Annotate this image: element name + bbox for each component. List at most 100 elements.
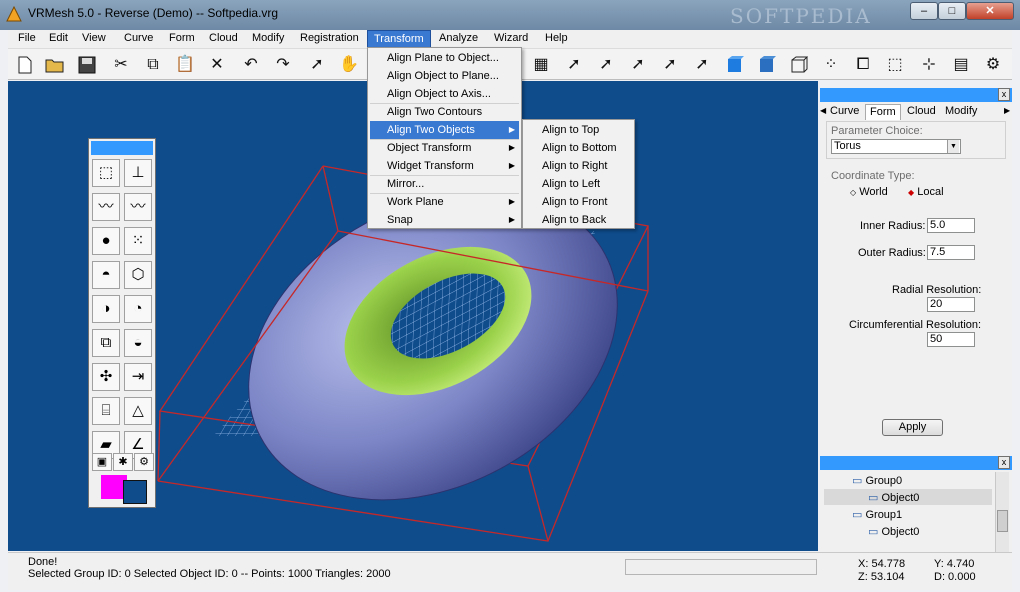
menu-transform[interactable]: Transform bbox=[367, 30, 431, 48]
menu-item-align-object-to-plane[interactable]: Align Object to Plane... bbox=[370, 67, 519, 85]
tree-scrollbar-thumb[interactable] bbox=[997, 510, 1008, 532]
sphere-icon[interactable]: ● bbox=[92, 227, 120, 255]
submenu-item-align-to-front[interactable]: Align to Front bbox=[525, 193, 632, 211]
menu-help[interactable]: Help bbox=[539, 30, 574, 48]
delete-icon[interactable]: ✕ bbox=[206, 54, 228, 76]
pan-hand-icon[interactable]: ✋ bbox=[338, 54, 360, 76]
cylinder-icon[interactable]: ⌸ bbox=[92, 397, 120, 425]
menu-wizard[interactable]: Wizard bbox=[488, 30, 534, 48]
select-group-icon[interactable]: ➚ bbox=[659, 54, 681, 76]
cut-icon[interactable]: ✂ bbox=[110, 54, 132, 76]
patch-icon[interactable]: ◓ bbox=[92, 261, 120, 289]
copy-icon[interactable]: ⧉ bbox=[142, 54, 164, 76]
outer-radius-input[interactable]: 7.5 bbox=[927, 245, 975, 260]
select-point-icon[interactable]: ➚ bbox=[563, 54, 585, 76]
tab-form[interactable]: Form bbox=[865, 104, 901, 120]
vertex-edit-icon[interactable]: ✣ bbox=[92, 363, 120, 391]
pie-segment-icon[interactable]: ◔ bbox=[124, 295, 152, 323]
submenu-item-align-to-bottom[interactable]: Align to Bottom bbox=[525, 139, 632, 157]
transform-object-icon[interactable]: ⬚ bbox=[92, 159, 120, 187]
paste-icon[interactable]: 📋 bbox=[174, 54, 196, 76]
surface-curve-icon[interactable]: 〰 bbox=[92, 193, 120, 221]
inner-radius-input[interactable]: 5.0 bbox=[927, 218, 975, 233]
select-edge-icon[interactable]: ➚ bbox=[595, 54, 617, 76]
radio-world[interactable]: ◇ World bbox=[850, 186, 888, 198]
tree-node-group0[interactable]: ▭ Group0 bbox=[852, 474, 902, 487]
select-face-icon[interactable]: ➚ bbox=[627, 54, 649, 76]
smooth-mesh-icon[interactable]: ◑ bbox=[92, 295, 120, 323]
axis-icon[interactable]: ⊹ bbox=[918, 54, 940, 76]
menu-cloud[interactable]: Cloud bbox=[203, 30, 244, 48]
tab-curve[interactable]: Curve bbox=[826, 104, 863, 120]
flat-shaded-view-icon[interactable] bbox=[756, 54, 778, 76]
settings-gear-icon[interactable]: ⚙ bbox=[134, 453, 154, 471]
wireframe-view-icon[interactable] bbox=[788, 54, 810, 76]
menu-item-align-two-contours[interactable]: Align Two Contours bbox=[370, 103, 519, 121]
grid-plane-icon[interactable]: ▦ bbox=[530, 54, 552, 76]
mesh-hex-icon[interactable]: ⬡ bbox=[124, 261, 152, 289]
menu-item-align-object-to-axis[interactable]: Align Object to Axis... bbox=[370, 85, 519, 103]
panel-titlebar[interactable]: x bbox=[820, 88, 1012, 102]
menu-item-widget-transform[interactable]: Widget Transform ▶ bbox=[370, 157, 519, 175]
tree-close-button[interactable]: x bbox=[998, 456, 1010, 469]
tab-cloud[interactable]: Cloud bbox=[903, 104, 940, 120]
menu-item-object-transform[interactable]: Object Transform ▶ bbox=[370, 139, 519, 157]
open-folder-icon[interactable] bbox=[44, 54, 66, 76]
circumferential-resolution-input[interactable]: 50 bbox=[927, 332, 975, 347]
palette-titlebar[interactable] bbox=[91, 141, 153, 155]
deform-icon[interactable]: ◒ bbox=[124, 329, 152, 357]
maximize-button[interactable]: □ bbox=[938, 2, 966, 20]
radial-resolution-input[interactable]: 20 bbox=[927, 297, 975, 312]
select-object-icon[interactable]: ➚ bbox=[691, 54, 713, 76]
tab-scroll-right-icon[interactable]: ▶ bbox=[1004, 106, 1010, 115]
tree-node-object0[interactable]: ▭ Object0 bbox=[868, 491, 919, 504]
menu-item-snap[interactable]: Snap ▶ bbox=[370, 211, 519, 229]
redo-icon[interactable]: ↷ bbox=[272, 54, 294, 76]
panel-toggle-icon[interactable]: ▣ bbox=[92, 453, 112, 471]
tools-icon[interactable]: ⚙ bbox=[982, 54, 1004, 76]
background-color-swatch[interactable] bbox=[123, 480, 147, 504]
submenu-item-align-to-back[interactable]: Align to Back bbox=[525, 211, 632, 229]
tree-node-group1[interactable]: ▭ Group1 bbox=[852, 508, 902, 521]
triangle-icon[interactable]: △ bbox=[124, 397, 152, 425]
light-bulb-icon[interactable]: ✱ bbox=[113, 453, 133, 471]
submenu-item-align-to-top[interactable]: Align to Top bbox=[525, 121, 632, 139]
menu-registration[interactable]: Registration bbox=[294, 30, 365, 48]
menu-analyze[interactable]: Analyze bbox=[433, 30, 484, 48]
tree-node-object0-b[interactable]: ▭ Object0 bbox=[868, 525, 919, 538]
menu-item-align-plane-to-object[interactable]: Align Plane to Object... bbox=[370, 49, 519, 67]
menu-form[interactable]: Form bbox=[163, 30, 201, 48]
save-icon[interactable] bbox=[76, 54, 98, 76]
menu-item-work-plane[interactable]: Work Plane ▶ bbox=[370, 193, 519, 211]
submenu-item-align-to-right[interactable]: Align to Right bbox=[525, 157, 632, 175]
point-cloud-view-icon[interactable]: ⁘ bbox=[820, 54, 842, 76]
properties-icon[interactable]: ▤ bbox=[950, 54, 972, 76]
menu-edit[interactable]: Edit bbox=[43, 30, 74, 48]
select-arrow-icon[interactable]: ➚ bbox=[306, 54, 328, 76]
undo-icon[interactable]: ↶ bbox=[240, 54, 262, 76]
submenu-item-align-to-left[interactable]: Align to Left bbox=[525, 175, 632, 193]
bounding-box-icon[interactable]: ⧠ bbox=[852, 54, 874, 76]
tree-scrollbar[interactable] bbox=[995, 472, 1009, 552]
new-file-icon[interactable] bbox=[14, 54, 36, 76]
panel-close-button[interactable]: x bbox=[998, 88, 1010, 101]
move-box-icon[interactable]: ⇥ bbox=[124, 363, 152, 391]
menu-view[interactable]: View bbox=[76, 30, 112, 48]
close-window-button[interactable]: ✕ bbox=[966, 2, 1014, 20]
radio-local[interactable]: ◆ Local bbox=[908, 186, 944, 198]
menu-curve[interactable]: Curve bbox=[118, 30, 159, 48]
menu-modify[interactable]: Modify bbox=[246, 30, 290, 48]
menu-file[interactable]: File bbox=[12, 30, 42, 48]
point-cloud-tool-icon[interactable]: ⁙ bbox=[124, 227, 152, 255]
surface-fit-icon[interactable]: 〰 bbox=[124, 193, 152, 221]
apply-button[interactable]: Apply bbox=[882, 419, 943, 436]
minimize-button[interactable]: – bbox=[910, 2, 938, 20]
coordinate-axes-icon[interactable]: ⊥ bbox=[124, 159, 152, 187]
menu-item-align-two-objects[interactable]: Align Two Objects ▶ bbox=[370, 121, 519, 139]
tab-modify[interactable]: Modify bbox=[941, 104, 981, 120]
param-choice-select[interactable]: Torus ▼ bbox=[831, 139, 961, 154]
menu-item-mirror[interactable]: Mirror... bbox=[370, 175, 519, 193]
shaded-view-icon[interactable] bbox=[724, 54, 746, 76]
fit-view-icon[interactable]: ⬚ bbox=[884, 54, 906, 76]
tree-titlebar[interactable]: x bbox=[820, 456, 1012, 470]
